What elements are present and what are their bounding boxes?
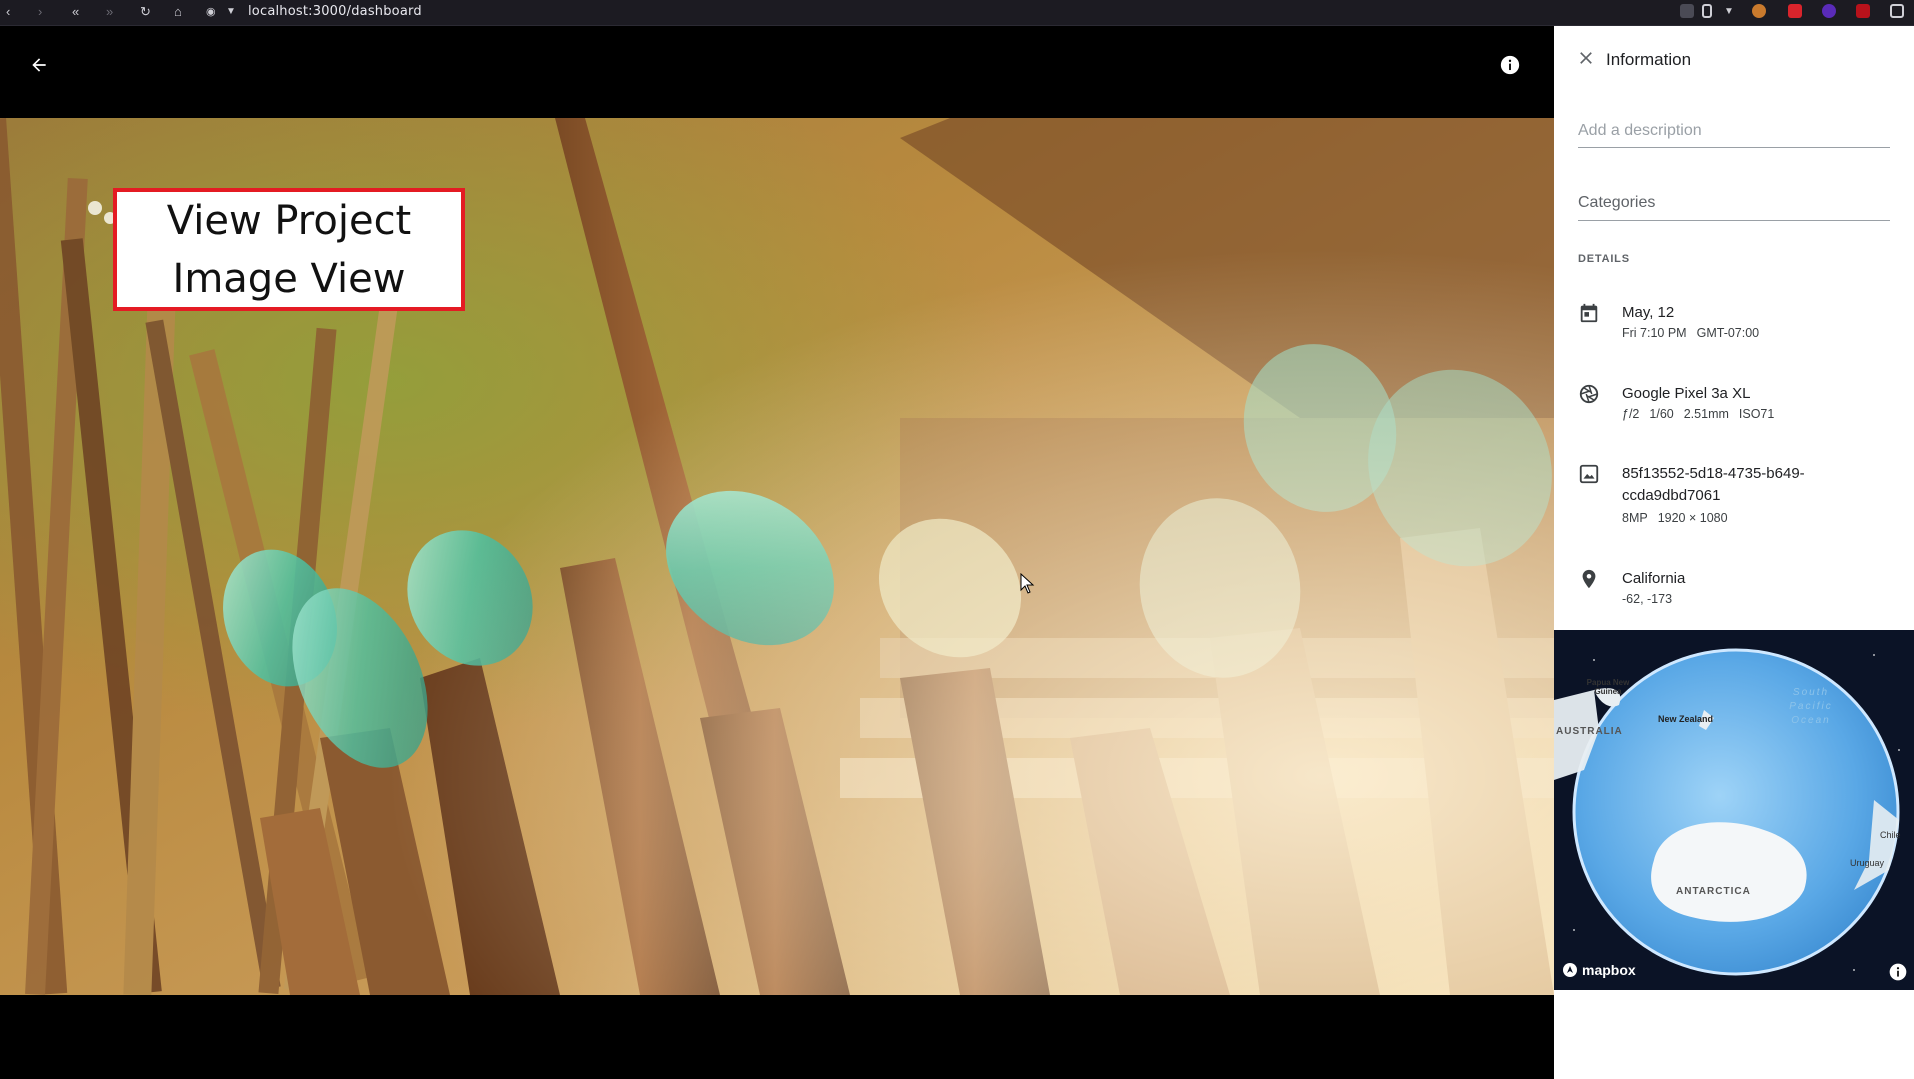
timezone-text: GMT-07:00	[1696, 326, 1760, 340]
iso-value: ISO71	[1738, 407, 1775, 421]
close-icon[interactable]	[1576, 48, 1596, 68]
map-label-ocean: South Pacific Ocean	[1789, 687, 1833, 726]
home-icon[interactable]: ⌂	[174, 3, 182, 21]
file-name: 85f13552-5d18-4735-b649-ccda9dbd7061	[1622, 465, 1805, 504]
back-nav-icon[interactable]: ‹	[6, 3, 10, 21]
mouse-cursor-icon	[1020, 573, 1035, 594]
extension-icon[interactable]	[1752, 4, 1766, 18]
image-viewer: View Project Image View	[0, 26, 1554, 1079]
camera-model: Google Pixel 3a XL	[1622, 385, 1751, 402]
bookmark-icon[interactable]	[1702, 4, 1712, 18]
mapbox-logo[interactable]: mapbox	[1562, 962, 1636, 978]
location-coords: -62, -173	[1622, 590, 1682, 608]
panel-header: Information	[1554, 26, 1914, 86]
back-button[interactable]	[22, 48, 56, 82]
detail-file: 85f13552-5d18-4735-b649-ccda9dbd7061 8MP…	[1578, 463, 1890, 529]
extension-purple-icon[interactable]	[1822, 4, 1836, 18]
image-icon	[1579, 464, 1599, 484]
annotation-line-2: Image View	[172, 255, 406, 302]
reload-icon[interactable]: ↻	[140, 3, 151, 21]
menu-dropdown-icon[interactable]: ▼	[1724, 3, 1734, 21]
shutter-value: 1/60	[1649, 407, 1674, 421]
location-pin-icon	[1582, 569, 1596, 589]
fast-forward-icon[interactable]: »	[106, 3, 113, 21]
map-label-chile: Chile	[1880, 830, 1901, 840]
aperture-icon	[1579, 384, 1599, 404]
browser-toolbar: ‹ › « » ↻ ⌂ ◉ ▼ localhost:3000/dashboard…	[0, 0, 1914, 26]
camera-settings: ƒ/2 1/60 2.51mm ISO71	[1622, 405, 1784, 423]
url-bar[interactable]: localhost:3000/dashboard	[248, 3, 422, 21]
annotation-line-1: View Project	[166, 197, 412, 244]
date-text: May, 12	[1622, 304, 1675, 321]
detail-camera: Google Pixel 3a XL ƒ/2 1/60 2.51mm ISO71	[1578, 383, 1890, 427]
panel-title: Information	[1606, 50, 1692, 69]
info-button[interactable]	[1493, 48, 1527, 82]
details-heading: DETAILS	[1578, 253, 1630, 265]
extension-badge-icon[interactable]	[1856, 4, 1870, 18]
map-info-icon[interactable]	[1888, 962, 1908, 982]
viewer-toolbar	[0, 26, 1554, 118]
location-name: California	[1622, 570, 1686, 587]
detail-date: May, 12 Fri 7:10 PM GMT-07:00	[1578, 302, 1890, 346]
map-label-antarctica: ANTARCTICA	[1676, 886, 1751, 897]
date-subtext: Fri 7:10 PM GMT-07:00	[1622, 324, 1769, 342]
time-text: Fri 7:10 PM	[1622, 326, 1687, 340]
file-info: 8MP 1920 × 1080	[1622, 509, 1738, 527]
detail-location: California -62, -173	[1578, 568, 1890, 612]
dropdown-icon[interactable]: ▼	[226, 3, 236, 21]
shield-icon[interactable]: ◉	[206, 3, 216, 21]
forward-nav-icon[interactable]: ›	[38, 3, 42, 21]
map-label-uruguay: Uruguay	[1850, 858, 1885, 868]
mapbox-icon	[1563, 963, 1577, 977]
location-map[interactable]: Papua New Guinea New Zealand AUSTRALIA S…	[1554, 630, 1914, 990]
mapbox-text: mapbox	[1582, 962, 1636, 978]
extension-red-icon[interactable]	[1788, 4, 1802, 18]
focal-length-value: 2.51mm	[1683, 407, 1729, 421]
calendar-icon	[1580, 303, 1598, 323]
photo: View Project Image View	[0, 118, 1554, 995]
extensions-icon[interactable]	[1890, 4, 1904, 18]
annotation-label: View Project Image View	[113, 188, 465, 311]
info-icon	[1500, 55, 1520, 75]
coordinates-text: -62, -173	[1622, 592, 1673, 606]
map-label-nz: New Zealand	[1658, 714, 1714, 724]
map-label-papua: Papua New Guinea	[1586, 678, 1630, 696]
arrow-left-icon	[32, 58, 46, 72]
categories-field[interactable]: Categories	[1578, 194, 1655, 212]
map-label-australia: AUSTRALIA	[1556, 726, 1623, 737]
description-input[interactable]	[1578, 114, 1890, 148]
reader-icon[interactable]	[1680, 4, 1694, 18]
megapixels-value: 8MP	[1622, 511, 1648, 525]
rewind-icon[interactable]: «	[72, 3, 79, 21]
aperture-value: ƒ/2	[1622, 407, 1640, 421]
resolution-value: 1920 × 1080	[1657, 511, 1728, 525]
categories-underline	[1578, 220, 1890, 221]
info-panel: Information Categories DETAILS May, 12 F…	[1554, 26, 1914, 1079]
